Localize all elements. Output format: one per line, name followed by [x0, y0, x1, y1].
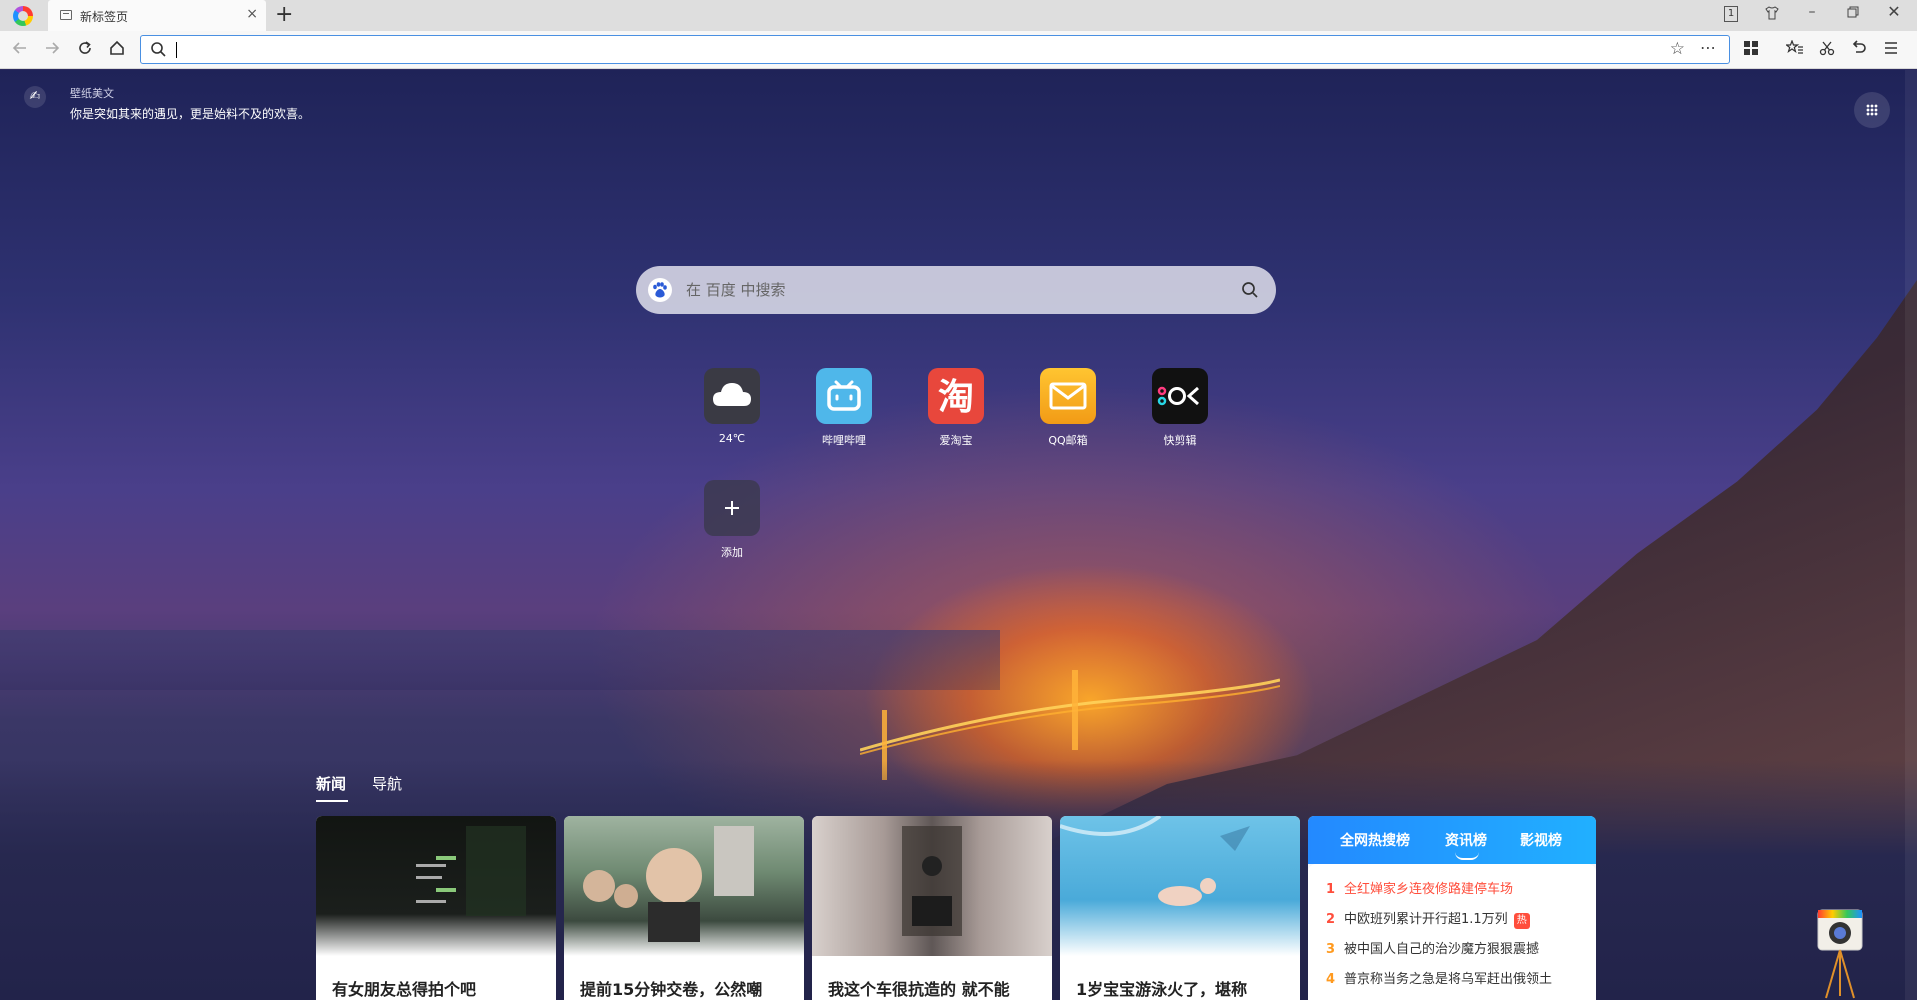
search-icon — [151, 42, 166, 57]
bilibili-icon — [816, 368, 872, 424]
news-card[interactable]: 1岁宝宝游泳火了，堪称 — [1060, 816, 1300, 1000]
taobao-icon: 淘 — [928, 368, 984, 424]
favorites-icon[interactable] — [1784, 39, 1806, 61]
shortcut-label: 24℃ — [718, 432, 746, 445]
shortcut-weather[interactable]: 24℃ — [692, 368, 772, 452]
hot-rank: 2 — [1326, 912, 1336, 927]
hot-tabs: 全网热搜榜 资讯榜 影视榜 — [1308, 816, 1596, 864]
hot-text: 中欧班列累计开行超1.1万列 — [1344, 912, 1508, 927]
bookmark-star-icon[interactable]: ☆ — [1670, 39, 1685, 59]
baidu-logo-icon[interactable] — [648, 278, 672, 302]
wallpaper-label[interactable]: 壁纸美文 — [70, 85, 114, 101]
shortcut-taobao[interactable]: 淘 爱淘宝 — [916, 368, 996, 452]
shortcut-label: 爱淘宝 — [939, 434, 973, 447]
news-title: 有女朋友总得拍个吧 — [332, 980, 477, 999]
news-card[interactable]: 我这个车很抗造的 就不能 — [812, 816, 1052, 1000]
hot-item[interactable]: 3 被中国人自己的治沙魔方狠狠震撼 — [1326, 938, 1539, 957]
hot-list: 1 全红婵家乡连夜修路建停车场 2 中欧班列累计开行超1.1万列热 3 被中国人自己的… — [1308, 864, 1596, 1000]
tab-close-icon[interactable]: × — [246, 7, 258, 21]
tab-navigation[interactable]: 导航 — [372, 773, 402, 794]
toolbar: ☆ ⋯ — [0, 31, 1917, 69]
wallpaper-sea — [0, 630, 1000, 690]
news-thumbnail — [564, 816, 804, 956]
shortcut-label: 添加 — [721, 546, 743, 559]
news-thumbnail — [316, 816, 556, 956]
shortcut-label: 快剪辑 — [1163, 434, 1197, 447]
search-icon[interactable] — [1240, 280, 1260, 300]
search-box — [636, 266, 1276, 314]
forward-icon[interactable] — [41, 40, 63, 61]
news-title: 1岁宝宝游泳火了，堪称 — [1076, 980, 1248, 999]
menu-icon[interactable] — [1880, 40, 1902, 61]
shortcut-kuaijianji[interactable]: 快剪辑 — [1140, 368, 1220, 452]
camera-widget-icon[interactable] — [1816, 908, 1864, 1000]
tab-new-tab[interactable]: 新标签页 × — [48, 0, 266, 31]
hot-rank: 4 — [1326, 972, 1336, 987]
dots-grid-icon — [1866, 104, 1878, 116]
hot-item[interactable]: 1 全红婵家乡连夜修路建停车场 — [1326, 878, 1513, 897]
tab-active-indicator — [316, 800, 348, 802]
shortcut-qq-mail[interactable]: QQ邮箱 — [1028, 368, 1108, 452]
hot-rank: 1 — [1326, 882, 1336, 897]
tab-strip: 新标签页 × + 1 – ✕ — [0, 0, 1917, 31]
hot-item[interactable]: 4 普京称当务之急是将乌军赶出俄领土 — [1326, 968, 1552, 987]
new-tab-button[interactable]: + — [275, 3, 293, 27]
tab-video-ranking[interactable]: 影视榜 — [1520, 830, 1562, 850]
mail-icon — [1040, 368, 1096, 424]
news-card[interactable]: 提前15分钟交卷，公然嘲 — [564, 816, 804, 1000]
news-title: 我这个车很抗造的 就不能 — [828, 980, 1010, 999]
wallpaper-quote: 你是突如其来的遇见，更是始料不及的欢喜。 — [70, 107, 311, 121]
hot-ranking-panel: 全网热搜榜 资讯榜 影视榜 1 全红婵家乡连夜修路建停车场 2 中欧班列累计开行超1… — [1308, 816, 1596, 1000]
scrollbar[interactable] — [1905, 70, 1917, 1000]
hot-item[interactable]: 2 中欧班列累计开行超1.1万列热 — [1326, 908, 1530, 929]
shortcut-label: 哔哩哔哩 — [822, 434, 866, 447]
hot-rank: 3 — [1326, 942, 1336, 957]
text-cursor — [176, 42, 177, 58]
hot-text: 普京称当务之急是将乌军赶出俄领土 — [1344, 972, 1553, 987]
browser-logo-icon[interactable] — [13, 6, 33, 26]
apps-menu-button[interactable] — [1854, 92, 1890, 128]
tab-news[interactable]: 新闻 — [316, 773, 348, 802]
tab-news-label: 新闻 — [316, 775, 347, 793]
hot-text: 被中国人自己的治沙魔方狠狠震撼 — [1344, 942, 1540, 957]
minimize-icon[interactable]: – — [1802, 4, 1822, 20]
news-thumbnail — [812, 816, 1052, 956]
svg-text:淘: 淘 — [938, 377, 974, 418]
hot-text: 全红婵家乡连夜修路建停车场 — [1344, 882, 1514, 897]
news-card[interactable]: 有女朋友总得拍个吧 — [316, 816, 556, 1000]
tab-all-hot[interactable]: 全网热搜榜 — [1340, 830, 1410, 850]
news-title: 提前15分钟交卷，公然嘲 — [580, 980, 763, 999]
home-icon[interactable] — [106, 40, 128, 61]
skin-icon[interactable] — [1762, 6, 1782, 24]
hot-badge: 热 — [1513, 913, 1530, 929]
search-input[interactable] — [686, 266, 1206, 314]
shortcut-bilibili[interactable]: 哔哩哔哩 — [804, 368, 884, 452]
tab-title: 新标签页 — [80, 10, 129, 24]
new-tab-page: ✍ 壁纸美文 你是突如其来的遇见，更是始料不及的欢喜。 24℃ 哔哩哔哩 — [0, 70, 1917, 1000]
shortcut-label: QQ邮箱 — [1048, 434, 1088, 447]
kuaijianji-icon — [1152, 368, 1208, 424]
apps-grid-icon[interactable] — [1740, 40, 1762, 61]
news-thumbnail — [1060, 816, 1300, 956]
cloud-icon — [704, 368, 760, 424]
undo-icon[interactable] — [1848, 40, 1870, 61]
shortcut-add[interactable]: 添加 — [692, 480, 772, 564]
close-window-icon[interactable]: ✕ — [1884, 4, 1904, 20]
scissors-icon[interactable] — [1816, 40, 1838, 61]
tab-news-ranking[interactable]: 资讯榜 — [1445, 830, 1487, 860]
page-icon — [60, 10, 72, 20]
back-icon[interactable] — [9, 40, 31, 61]
restore-icon[interactable] — [1843, 6, 1863, 22]
address-bar[interactable]: ☆ ⋯ — [140, 35, 1730, 64]
tab-navigation-label: 导航 — [372, 775, 403, 793]
refresh-icon[interactable] — [74, 40, 96, 61]
window-count-icon[interactable]: 1 — [1724, 6, 1738, 22]
more-icon[interactable]: ⋯ — [1700, 38, 1717, 57]
plus-icon — [704, 480, 760, 536]
wallpaper-info-icon[interactable]: ✍ — [24, 86, 46, 108]
